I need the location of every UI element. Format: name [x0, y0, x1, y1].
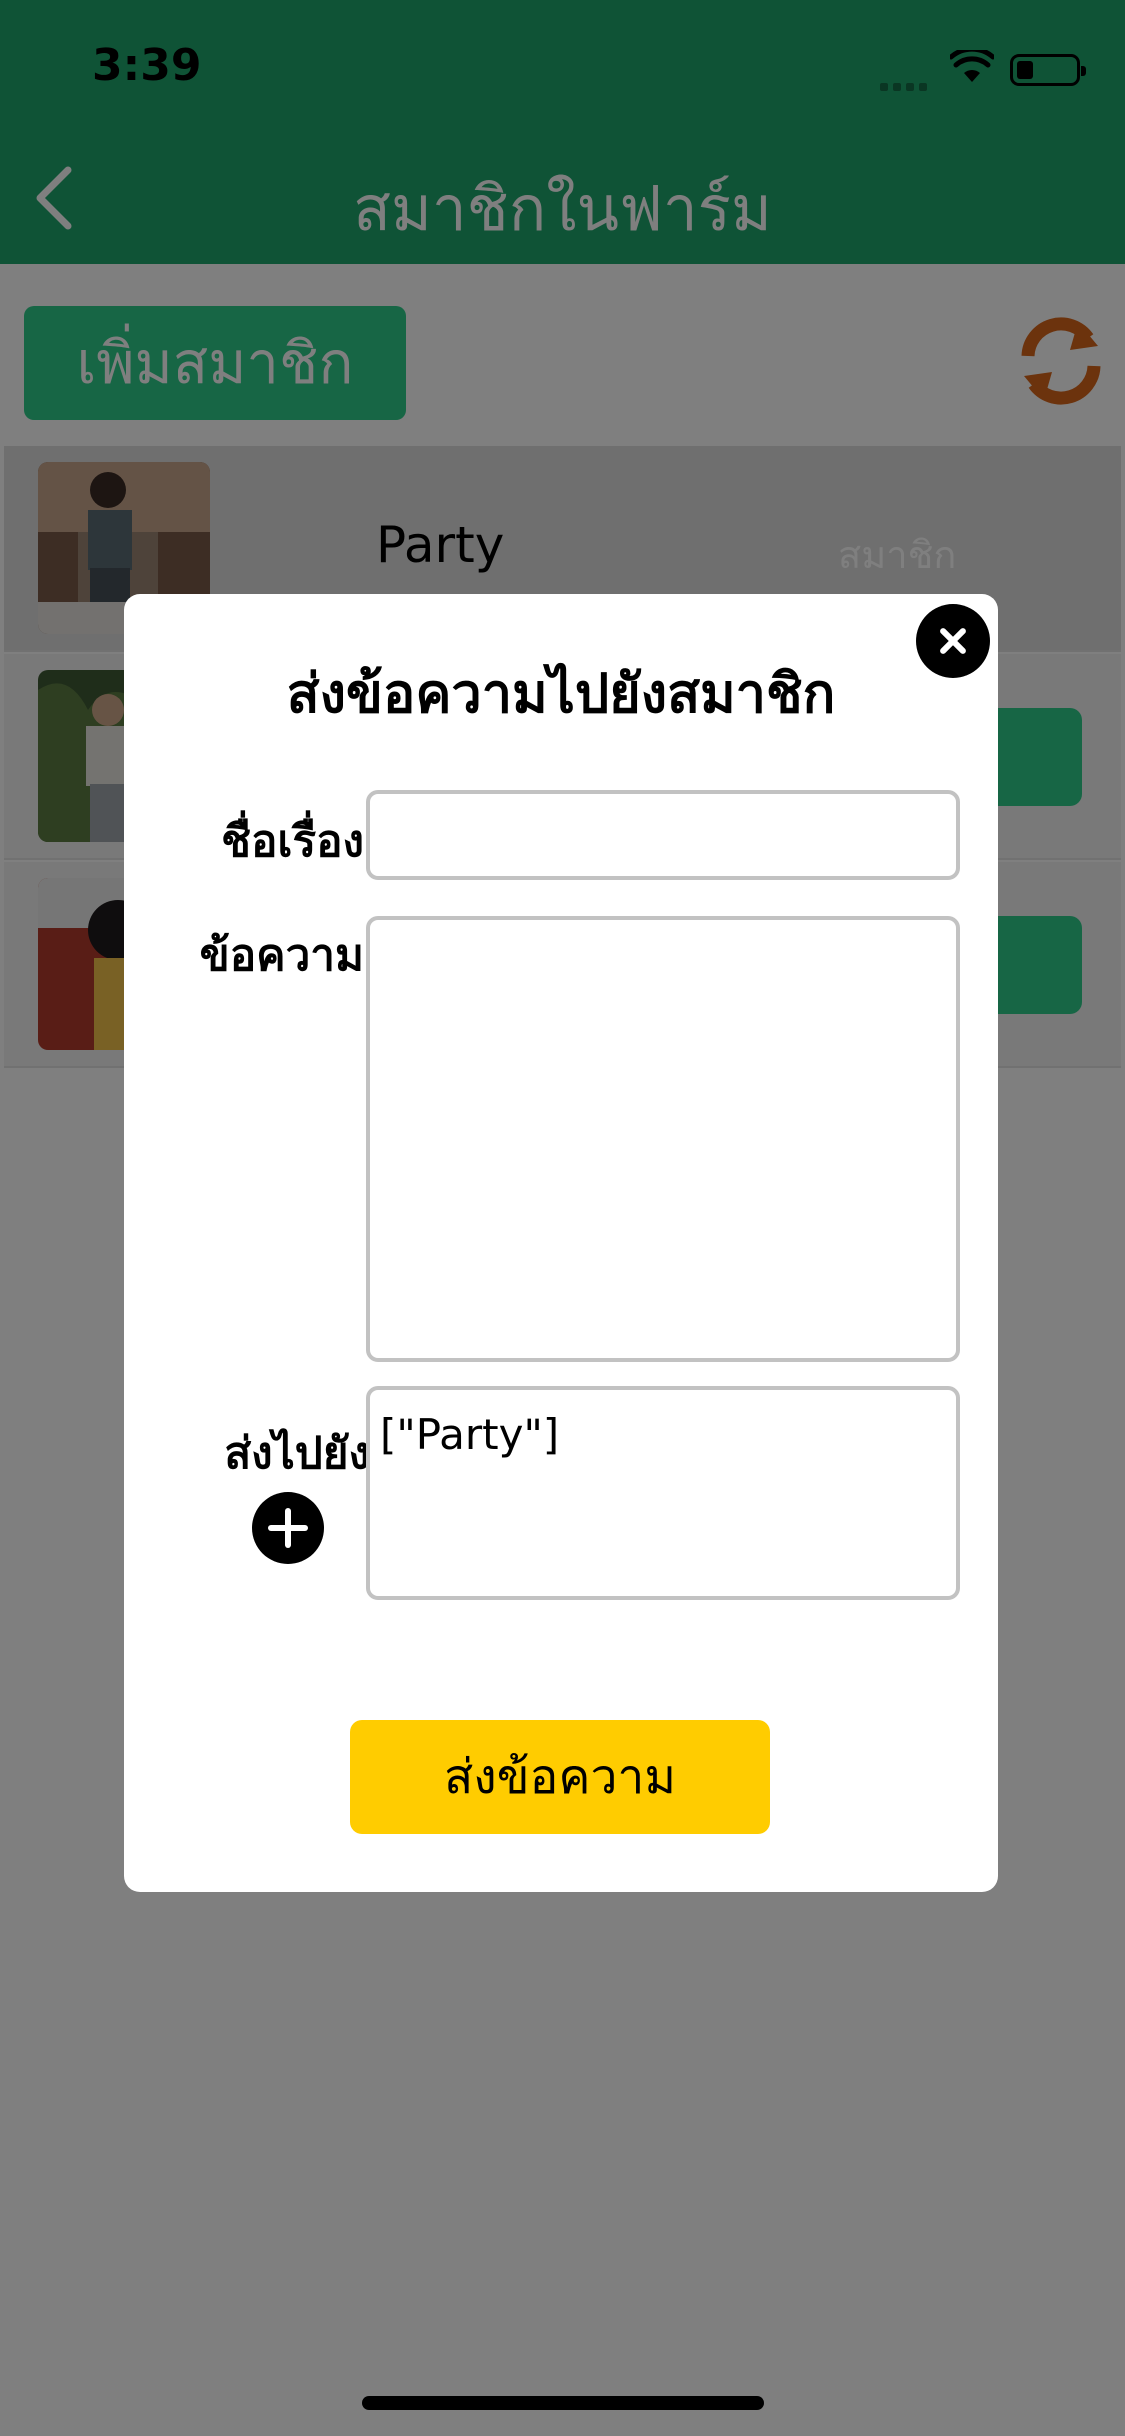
send-to-label: ส่งไปยัง: [224, 1428, 370, 1479]
subject-label: ชื่อเรื่อง: [221, 816, 364, 867]
send-message-button[interactable]: ส่งข้อความ: [350, 1720, 770, 1834]
message-label: ข้อความ: [199, 930, 364, 981]
home-indicator: [362, 2396, 764, 2410]
send-message-dialog: ส่งข้อความไปยังสมาชิก ชื่อเรื่อง ข้อความ…: [124, 594, 998, 1892]
recipients-field[interactable]: ["Party"]: [366, 1386, 960, 1600]
add-icon[interactable]: [252, 1492, 324, 1564]
dialog-title: ส่งข้อความไปยังสมาชิก: [286, 662, 836, 725]
subject-input[interactable]: [366, 790, 960, 880]
recipients-value: ["Party"]: [380, 1410, 560, 1459]
message-textarea[interactable]: [366, 916, 960, 1362]
